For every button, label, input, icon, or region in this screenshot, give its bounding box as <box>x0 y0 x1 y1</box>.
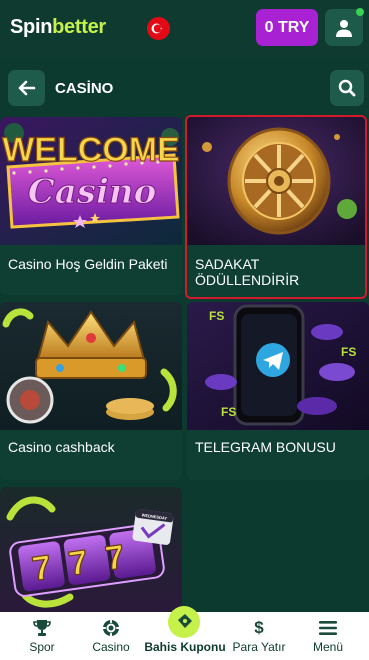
nav-item-label: Menü <box>312 640 344 654</box>
nav-item-casino[interactable]: Casino <box>88 612 134 660</box>
nav-item-menu[interactable]: Menü <box>308 612 348 660</box>
fs-badge: FS <box>221 405 236 419</box>
bottom-navigation: Spor Casino Bahis Kuponu $ Para Yatır Me… <box>0 606 369 660</box>
nav-item-bet-slip[interactable]: Bahis Kuponu <box>144 612 226 660</box>
welcome-art-text: WELCOME <box>2 131 180 169</box>
nav-item-spor[interactable]: Spor <box>22 612 62 660</box>
back-button[interactable] <box>8 70 45 106</box>
spinbetter-logo[interactable]: Spinbetter <box>10 16 106 39</box>
app-header: Spinbetter 0 TRY <box>0 0 369 58</box>
promo-card-cashback[interactable]: Casino cashback <box>0 302 182 480</box>
user-account-button[interactable] <box>325 8 364 46</box>
poker-chip-icon <box>102 619 120 637</box>
nav-item-label: Bahis Kuponu <box>144 640 226 654</box>
promo-card-loyalty[interactable]: SADAKAT ÖDÜLLENDİRİR <box>185 115 367 299</box>
loyalty-wheel-banner <box>187 117 365 245</box>
balance-button[interactable]: 0 TRY <box>256 9 318 46</box>
arrow-left-icon <box>18 80 35 96</box>
promo-card-telegram[interactable]: FS FS FS TELEGRAM BONUSU <box>187 302 369 480</box>
online-status-dot <box>356 8 364 16</box>
nav-item-label: Para Yatır <box>232 640 286 654</box>
slots-777-banner: 777 WEDNESDAY <box>0 487 182 612</box>
fs-badge: FS <box>209 309 224 323</box>
fs-badge: FS <box>341 345 356 359</box>
search-button[interactable] <box>330 70 364 106</box>
page-titlebar: CASİNO <box>0 58 369 118</box>
promo-card-title: SADAKAT ÖDÜLLENDİRİR <box>195 256 300 288</box>
promo-card-title: Casino cashback <box>8 439 115 455</box>
turkey-flag-icon[interactable] <box>147 17 170 40</box>
casino-art-text: Casino <box>28 172 157 212</box>
user-icon <box>336 19 352 37</box>
dollar-icon: $ <box>254 618 264 637</box>
welcome-casino-banner: WELCOME Casino <box>0 117 182 245</box>
telegram-phone-banner: FS FS FS <box>187 302 369 430</box>
promo-card-welcome[interactable]: WELCOME Casino Casino Hoş Geldin Paketi <box>0 117 182 295</box>
promo-card-title: TELEGRAM BONUSU <box>195 439 336 455</box>
promo-card-title: Casino Hoş Geldin Paketi <box>8 256 168 272</box>
page-title: CASİNO <box>55 80 114 97</box>
nav-item-label: Casino <box>92 640 130 654</box>
cashback-crown-banner <box>0 302 182 430</box>
nav-item-label: Spor <box>29 640 55 654</box>
menu-icon <box>319 621 337 635</box>
search-icon <box>338 79 356 97</box>
nav-item-deposit[interactable]: $ Para Yatır <box>228 612 290 660</box>
trophy-icon <box>33 620 51 636</box>
promo-card-slots[interactable]: 777 WEDNESDAY <box>0 487 182 612</box>
